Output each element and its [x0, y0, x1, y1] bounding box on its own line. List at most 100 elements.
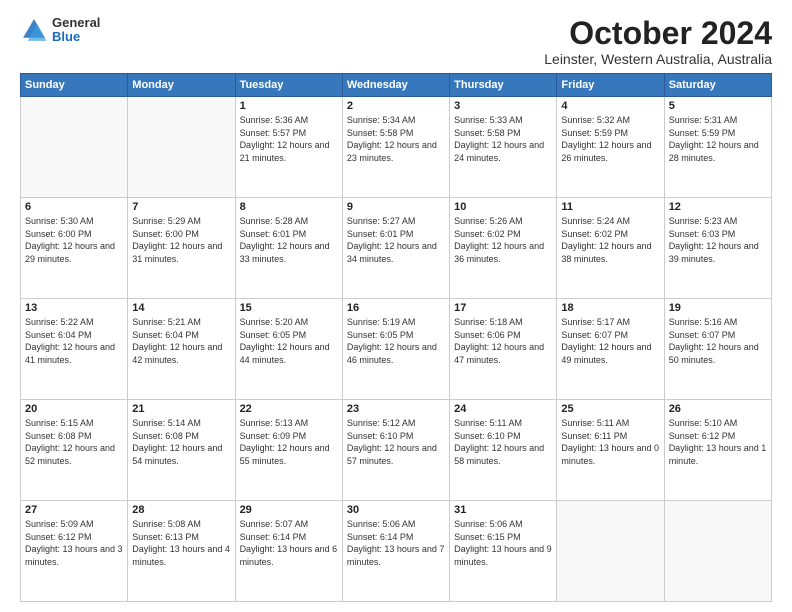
calendar-cell: 16 Sunrise: 5:19 AM Sunset: 6:05 PM Dayli… [342, 299, 449, 400]
day-number: 28 [132, 504, 230, 516]
calendar-header: Sunday Monday Tuesday Wednesday Thursday… [21, 74, 772, 97]
day-number: 4 [561, 100, 659, 112]
title-block: October 2024 Leinster, Western Australia… [544, 16, 772, 67]
day-info: Sunrise: 5:17 AM Sunset: 6:07 PM Dayligh… [561, 316, 659, 366]
calendar-cell: 8Sunrise: 5:28 AM Sunset: 6:01 PM Daylig… [235, 198, 342, 299]
col-friday: Friday [557, 74, 664, 97]
day-info: Sunrise: 5:36 AM Sunset: 5:57 PM Dayligh… [240, 114, 338, 164]
day-number: 29 [240, 504, 338, 516]
day-info: Sunrise: 5:08 AM Sunset: 6:13 PM Dayligh… [132, 518, 230, 568]
day-number: 7 [132, 201, 230, 213]
day-number: 13 [25, 302, 123, 314]
calendar-cell: 31 Sunrise: 5:06 AM Sunset: 6:15 PM Dayli… [450, 501, 557, 602]
day-info: Sunrise: 5:30 AM Sunset: 6:00 PM Dayligh… [25, 215, 123, 265]
calendar-cell: 18Sunrise: 5:17 AM Sunset: 6:07 PM Dayli… [557, 299, 664, 400]
day-info: Sunrise: 5:12 AM Sunset: 6:10 PM Dayligh… [347, 417, 445, 467]
calendar-cell: 7 Sunrise: 5:29 AM Sunset: 6:00 PM Daylig… [128, 198, 235, 299]
day-number: 12 [669, 201, 767, 213]
calendar-cell: 2 Sunrise: 5:34 AM Sunset: 5:58 PM Daylig… [342, 97, 449, 198]
calendar-cell [557, 501, 664, 602]
day-number: 3 [454, 100, 552, 112]
calendar-cell: 27Sunrise: 5:09 AM Sunset: 6:12 PM Dayli… [21, 501, 128, 602]
day-info: Sunrise: 5:23 AM Sunset: 6:03 PM Dayligh… [669, 215, 767, 265]
calendar-cell: 20 Sunrise: 5:15 AM Sunset: 6:08 PM Dayli… [21, 400, 128, 501]
day-info: Sunrise: 5:16 AM Sunset: 6:07 PM Dayligh… [669, 316, 767, 366]
calendar-cell: 30Sunrise: 5:06 AM Sunset: 6:14 PM Dayli… [342, 501, 449, 602]
day-info: Sunrise: 5:13 AM Sunset: 6:09 PM Dayligh… [240, 417, 338, 467]
calendar-cell: 3 Sunrise: 5:33 AM Sunset: 5:58 PM Daylig… [450, 97, 557, 198]
day-number: 23 [347, 403, 445, 415]
day-number: 9 [347, 201, 445, 213]
day-info: Sunrise: 5:14 AM Sunset: 6:08 PM Dayligh… [132, 417, 230, 467]
day-info: Sunrise: 5:11 AM Sunset: 6:11 PM Dayligh… [561, 417, 659, 467]
calendar-cell [21, 97, 128, 198]
calendar-table: Sunday Monday Tuesday Wednesday Thursday… [20, 73, 772, 602]
calendar-week-1: 1 Sunrise: 5:36 AM Sunset: 5:57 PM Daylig… [21, 97, 772, 198]
calendar-cell: 10 Sunrise: 5:26 AM Sunset: 6:02 PM Dayli… [450, 198, 557, 299]
day-number: 31 [454, 504, 552, 516]
day-number: 25 [561, 403, 659, 415]
day-number: 21 [132, 403, 230, 415]
col-sunday: Sunday [21, 74, 128, 97]
calendar-cell: 26Sunrise: 5:10 AM Sunset: 6:12 PM Dayli… [664, 400, 771, 501]
day-info: Sunrise: 5:15 AM Sunset: 6:08 PM Dayligh… [25, 417, 123, 467]
day-info: Sunrise: 5:22 AM Sunset: 6:04 PM Dayligh… [25, 316, 123, 366]
calendar-cell: 28 Sunrise: 5:08 AM Sunset: 6:13 PM Dayli… [128, 501, 235, 602]
calendar-body: 1 Sunrise: 5:36 AM Sunset: 5:57 PM Daylig… [21, 97, 772, 602]
col-tuesday: Tuesday [235, 74, 342, 97]
day-number: 6 [25, 201, 123, 213]
subtitle: Leinster, Western Australia, Australia [544, 51, 772, 67]
logo-general: General [52, 16, 100, 30]
calendar-week-3: 13 Sunrise: 5:22 AM Sunset: 6:04 PM Dayli… [21, 299, 772, 400]
day-number: 20 [25, 403, 123, 415]
calendar-week-4: 20 Sunrise: 5:15 AM Sunset: 6:08 PM Dayli… [21, 400, 772, 501]
calendar-cell: 19 Sunrise: 5:16 AM Sunset: 6:07 PM Dayli… [664, 299, 771, 400]
calendar-cell [128, 97, 235, 198]
calendar-week-2: 6 Sunrise: 5:30 AM Sunset: 6:00 PM Daylig… [21, 198, 772, 299]
day-number: 11 [561, 201, 659, 213]
day-info: Sunrise: 5:29 AM Sunset: 6:00 PM Dayligh… [132, 215, 230, 265]
day-info: Sunrise: 5:06 AM Sunset: 6:15 PM Dayligh… [454, 518, 552, 568]
col-monday: Monday [128, 74, 235, 97]
day-info: Sunrise: 5:31 AM Sunset: 5:59 PM Dayligh… [669, 114, 767, 164]
day-number: 2 [347, 100, 445, 112]
day-number: 17 [454, 302, 552, 314]
calendar-cell: 6 Sunrise: 5:30 AM Sunset: 6:00 PM Daylig… [21, 198, 128, 299]
logo-text: General Blue [52, 16, 100, 45]
day-number: 1 [240, 100, 338, 112]
calendar-cell: 15Sunrise: 5:20 AM Sunset: 6:05 PM Dayli… [235, 299, 342, 400]
calendar-cell: 24Sunrise: 5:11 AM Sunset: 6:10 PM Dayli… [450, 400, 557, 501]
calendar-cell: 5 Sunrise: 5:31 AM Sunset: 5:59 PM Daylig… [664, 97, 771, 198]
day-number: 26 [669, 403, 767, 415]
day-info: Sunrise: 5:21 AM Sunset: 6:04 PM Dayligh… [132, 316, 230, 366]
day-number: 8 [240, 201, 338, 213]
day-number: 16 [347, 302, 445, 314]
calendar-cell: 25 Sunrise: 5:11 AM Sunset: 6:11 PM Dayli… [557, 400, 664, 501]
page: General Blue October 2024 Leinster, West… [0, 0, 792, 612]
day-info: Sunrise: 5:20 AM Sunset: 6:05 PM Dayligh… [240, 316, 338, 366]
calendar-cell: 13 Sunrise: 5:22 AM Sunset: 6:04 PM Dayli… [21, 299, 128, 400]
header-row: Sunday Monday Tuesday Wednesday Thursday… [21, 74, 772, 97]
calendar-cell: 21 Sunrise: 5:14 AM Sunset: 6:08 PM Dayli… [128, 400, 235, 501]
day-info: Sunrise: 5:19 AM Sunset: 6:05 PM Dayligh… [347, 316, 445, 366]
day-info: Sunrise: 5:11 AM Sunset: 6:10 PM Dayligh… [454, 417, 552, 467]
day-info: Sunrise: 5:26 AM Sunset: 6:02 PM Dayligh… [454, 215, 552, 265]
day-number: 5 [669, 100, 767, 112]
day-number: 19 [669, 302, 767, 314]
calendar-cell: 9 Sunrise: 5:27 AM Sunset: 6:01 PM Daylig… [342, 198, 449, 299]
logo-icon [20, 16, 48, 44]
calendar-cell: 17Sunrise: 5:18 AM Sunset: 6:06 PM Dayli… [450, 299, 557, 400]
calendar-cell: 22 Sunrise: 5:13 AM Sunset: 6:09 PM Dayli… [235, 400, 342, 501]
day-info: Sunrise: 5:32 AM Sunset: 5:59 PM Dayligh… [561, 114, 659, 164]
calendar-cell: 29Sunrise: 5:07 AM Sunset: 6:14 PM Dayli… [235, 501, 342, 602]
main-title: October 2024 [544, 16, 772, 51]
day-info: Sunrise: 5:24 AM Sunset: 6:02 PM Dayligh… [561, 215, 659, 265]
day-number: 10 [454, 201, 552, 213]
day-number: 27 [25, 504, 123, 516]
day-info: Sunrise: 5:33 AM Sunset: 5:58 PM Dayligh… [454, 114, 552, 164]
day-info: Sunrise: 5:27 AM Sunset: 6:01 PM Dayligh… [347, 215, 445, 265]
calendar-cell: 14Sunrise: 5:21 AM Sunset: 6:04 PM Dayli… [128, 299, 235, 400]
day-number: 22 [240, 403, 338, 415]
calendar-cell: 23 Sunrise: 5:12 AM Sunset: 6:10 PM Dayli… [342, 400, 449, 501]
day-info: Sunrise: 5:34 AM Sunset: 5:58 PM Dayligh… [347, 114, 445, 164]
